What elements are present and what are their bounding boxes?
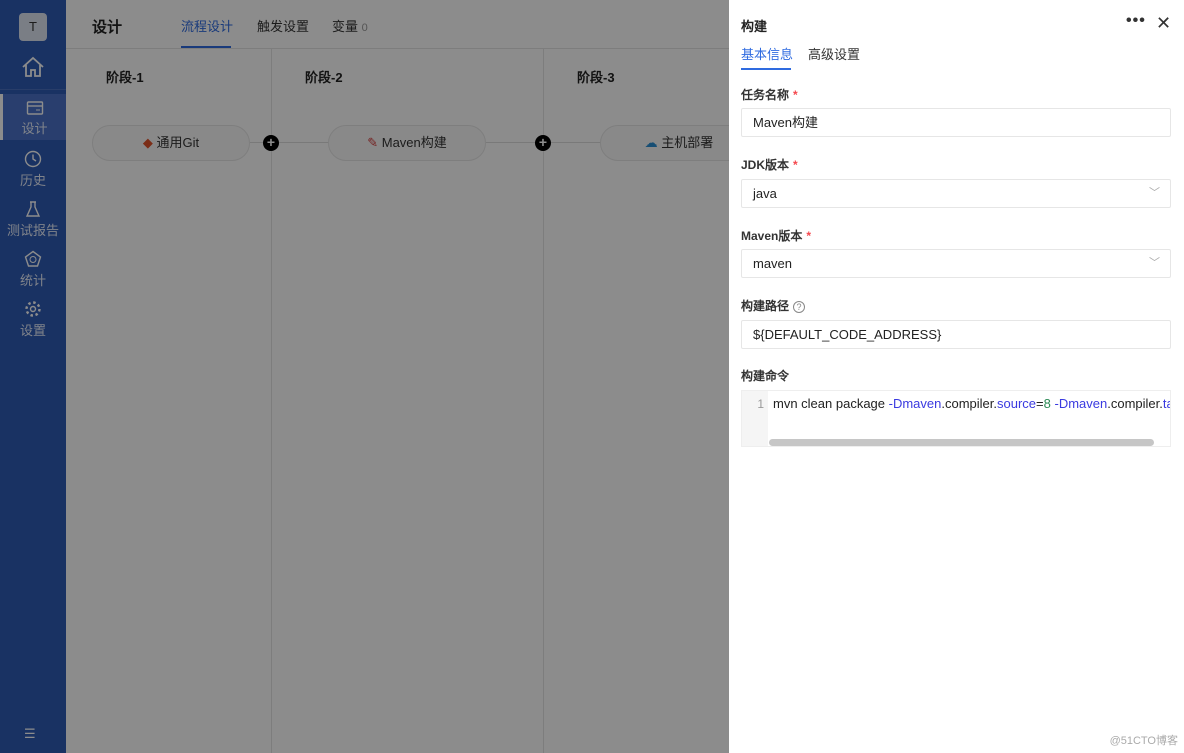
select-value: java (753, 186, 777, 201)
build-path-input[interactable]: ${DEFAULT_CODE_ADDRESS} (741, 320, 1171, 349)
line-number: 1 (742, 391, 768, 446)
task-name-label: 任务名称* (741, 86, 798, 103)
more-icon[interactable]: ••• (1126, 12, 1146, 30)
maven-version-label: Maven版本* (741, 227, 811, 244)
task-drawer: 构建 ••• ✕ 基本信息 高级设置 任务名称* Maven构建 JDK版本* … (729, 0, 1184, 753)
chevron-down-icon: ﹀ (1149, 180, 1160, 207)
build-path-label: 构建路径? (741, 297, 805, 314)
jdk-version-select[interactable]: java ﹀ (741, 179, 1171, 208)
tab-advanced-settings[interactable]: 高级设置 (808, 44, 860, 63)
build-command-editor[interactable]: 1 mvn clean package -Dmaven.compiler.sou… (741, 390, 1171, 447)
task-name-input[interactable]: Maven构建 (741, 108, 1171, 137)
chevron-down-icon: ﹀ (1149, 250, 1160, 277)
watermark: @51CTO博客 (1110, 732, 1178, 748)
jdk-version-label: JDK版本* (741, 156, 798, 173)
drawer-title: 构建 (741, 16, 767, 35)
help-icon[interactable]: ? (793, 301, 805, 313)
horizontal-scrollbar[interactable] (769, 439, 1154, 446)
overlay-mask[interactable] (0, 0, 729, 753)
maven-version-select[interactable]: maven ﹀ (741, 249, 1171, 278)
select-value: maven (753, 256, 792, 271)
tab-indicator (741, 68, 791, 70)
code-line: mvn clean package -Dmaven.compiler.sourc… (773, 391, 1170, 417)
tab-basic-info[interactable]: 基本信息 (741, 44, 793, 63)
close-icon[interactable]: ✕ (1156, 13, 1171, 34)
build-command-label: 构建命令 (741, 367, 789, 384)
